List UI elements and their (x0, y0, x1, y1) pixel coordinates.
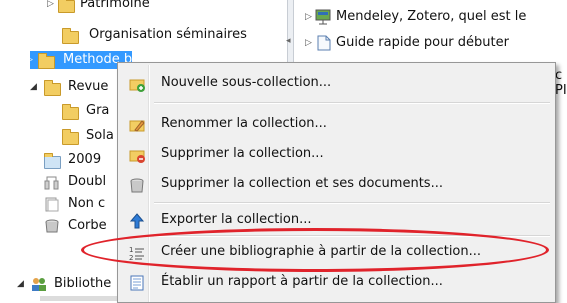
tree-item-label: Revue (68, 79, 109, 94)
list-item-partial[interactable]: PIP (555, 81, 567, 101)
tree-item-label: Corbe (68, 218, 107, 233)
unfiled-icon (44, 197, 60, 212)
menu-item-label: Supprimer la collection... (161, 146, 324, 161)
list-item[interactable]: ▷ Guide rapide pour débuter (293, 33, 567, 53)
menu-item-new-subcollection[interactable]: Nouvelle sous-collection... (120, 69, 551, 97)
collapse-triangle-icon[interactable]: ◢ (30, 77, 37, 97)
expand-triangle-icon[interactable]: ▷ (47, 0, 54, 14)
tree-item-label: Sola (86, 128, 114, 143)
tree-item-label: Patrimoine (80, 0, 150, 11)
menu-item-label: Nouvelle sous-collection... (161, 75, 332, 90)
presentation-icon (315, 9, 331, 25)
group-library-icon (30, 275, 48, 293)
menu-item-generate-report[interactable]: Établir un rapport à partir de la collec… (120, 268, 551, 296)
report-icon (129, 274, 145, 291)
menu-item-label: Renommer la collection... (161, 116, 327, 131)
menu-item-label: Établir un rapport à partir de la collec… (161, 274, 443, 289)
expand-triangle-icon[interactable]: ▷ (26, 50, 33, 70)
menu-separator (154, 202, 550, 204)
calendar-folder-icon (44, 153, 61, 169)
annotation-ellipse (81, 228, 549, 272)
menu-item-rename-collection[interactable]: Renommer la collection... (120, 110, 551, 138)
expand-triangle-icon[interactable]: ▷ (305, 33, 312, 53)
export-icon (129, 212, 145, 229)
menu-item-delete-collection-and-documents[interactable]: Supprimer la collection et ses documents… (120, 170, 551, 198)
tree-item-label: Non c (68, 196, 106, 211)
folder-icon (44, 80, 61, 96)
rename-icon (129, 116, 145, 132)
tree-item-organisation-seminaires[interactable]: Organisation séminaires (0, 25, 287, 45)
tree-item-label: Bibliothe (54, 276, 112, 291)
expand-triangle-icon[interactable]: ▷ (305, 7, 312, 27)
trash-icon (44, 218, 60, 234)
item-title: PIP (555, 83, 567, 98)
delete-collection-icon (129, 146, 145, 163)
tree-item-label: 2009 (68, 152, 102, 167)
folder-icon (62, 28, 79, 44)
item-title: Mendeley, Zotero, quel est le (336, 9, 527, 24)
menu-separator (154, 102, 550, 104)
collapse-arrow-icon[interactable]: ◂ (286, 36, 291, 46)
tree-item-label: Doubl (68, 174, 107, 189)
folder-icon (58, 0, 75, 13)
tree-item-label: Gra (86, 103, 110, 118)
menu-item-label: Supprimer la collection et ses documents… (161, 176, 443, 191)
folder-icon (38, 53, 55, 69)
tree-item-patrimoine[interactable]: ▷ Patrimoine (0, 0, 287, 14)
delete-collection-docs-icon (129, 176, 145, 193)
collapse-triangle-icon[interactable]: ◢ (17, 274, 24, 294)
duplicates-icon (44, 175, 60, 190)
new-subcollection-icon (129, 75, 145, 92)
document-icon (317, 35, 331, 51)
list-item[interactable]: ▷ Mendeley, Zotero, quel est le (293, 7, 567, 27)
item-title: Guide rapide pour débuter (336, 35, 509, 50)
tree-item-label: Organisation séminaires (89, 27, 247, 42)
folder-icon (62, 104, 79, 120)
folder-icon (62, 129, 79, 145)
menu-item-delete-collection[interactable]: Supprimer la collection... (120, 140, 551, 168)
